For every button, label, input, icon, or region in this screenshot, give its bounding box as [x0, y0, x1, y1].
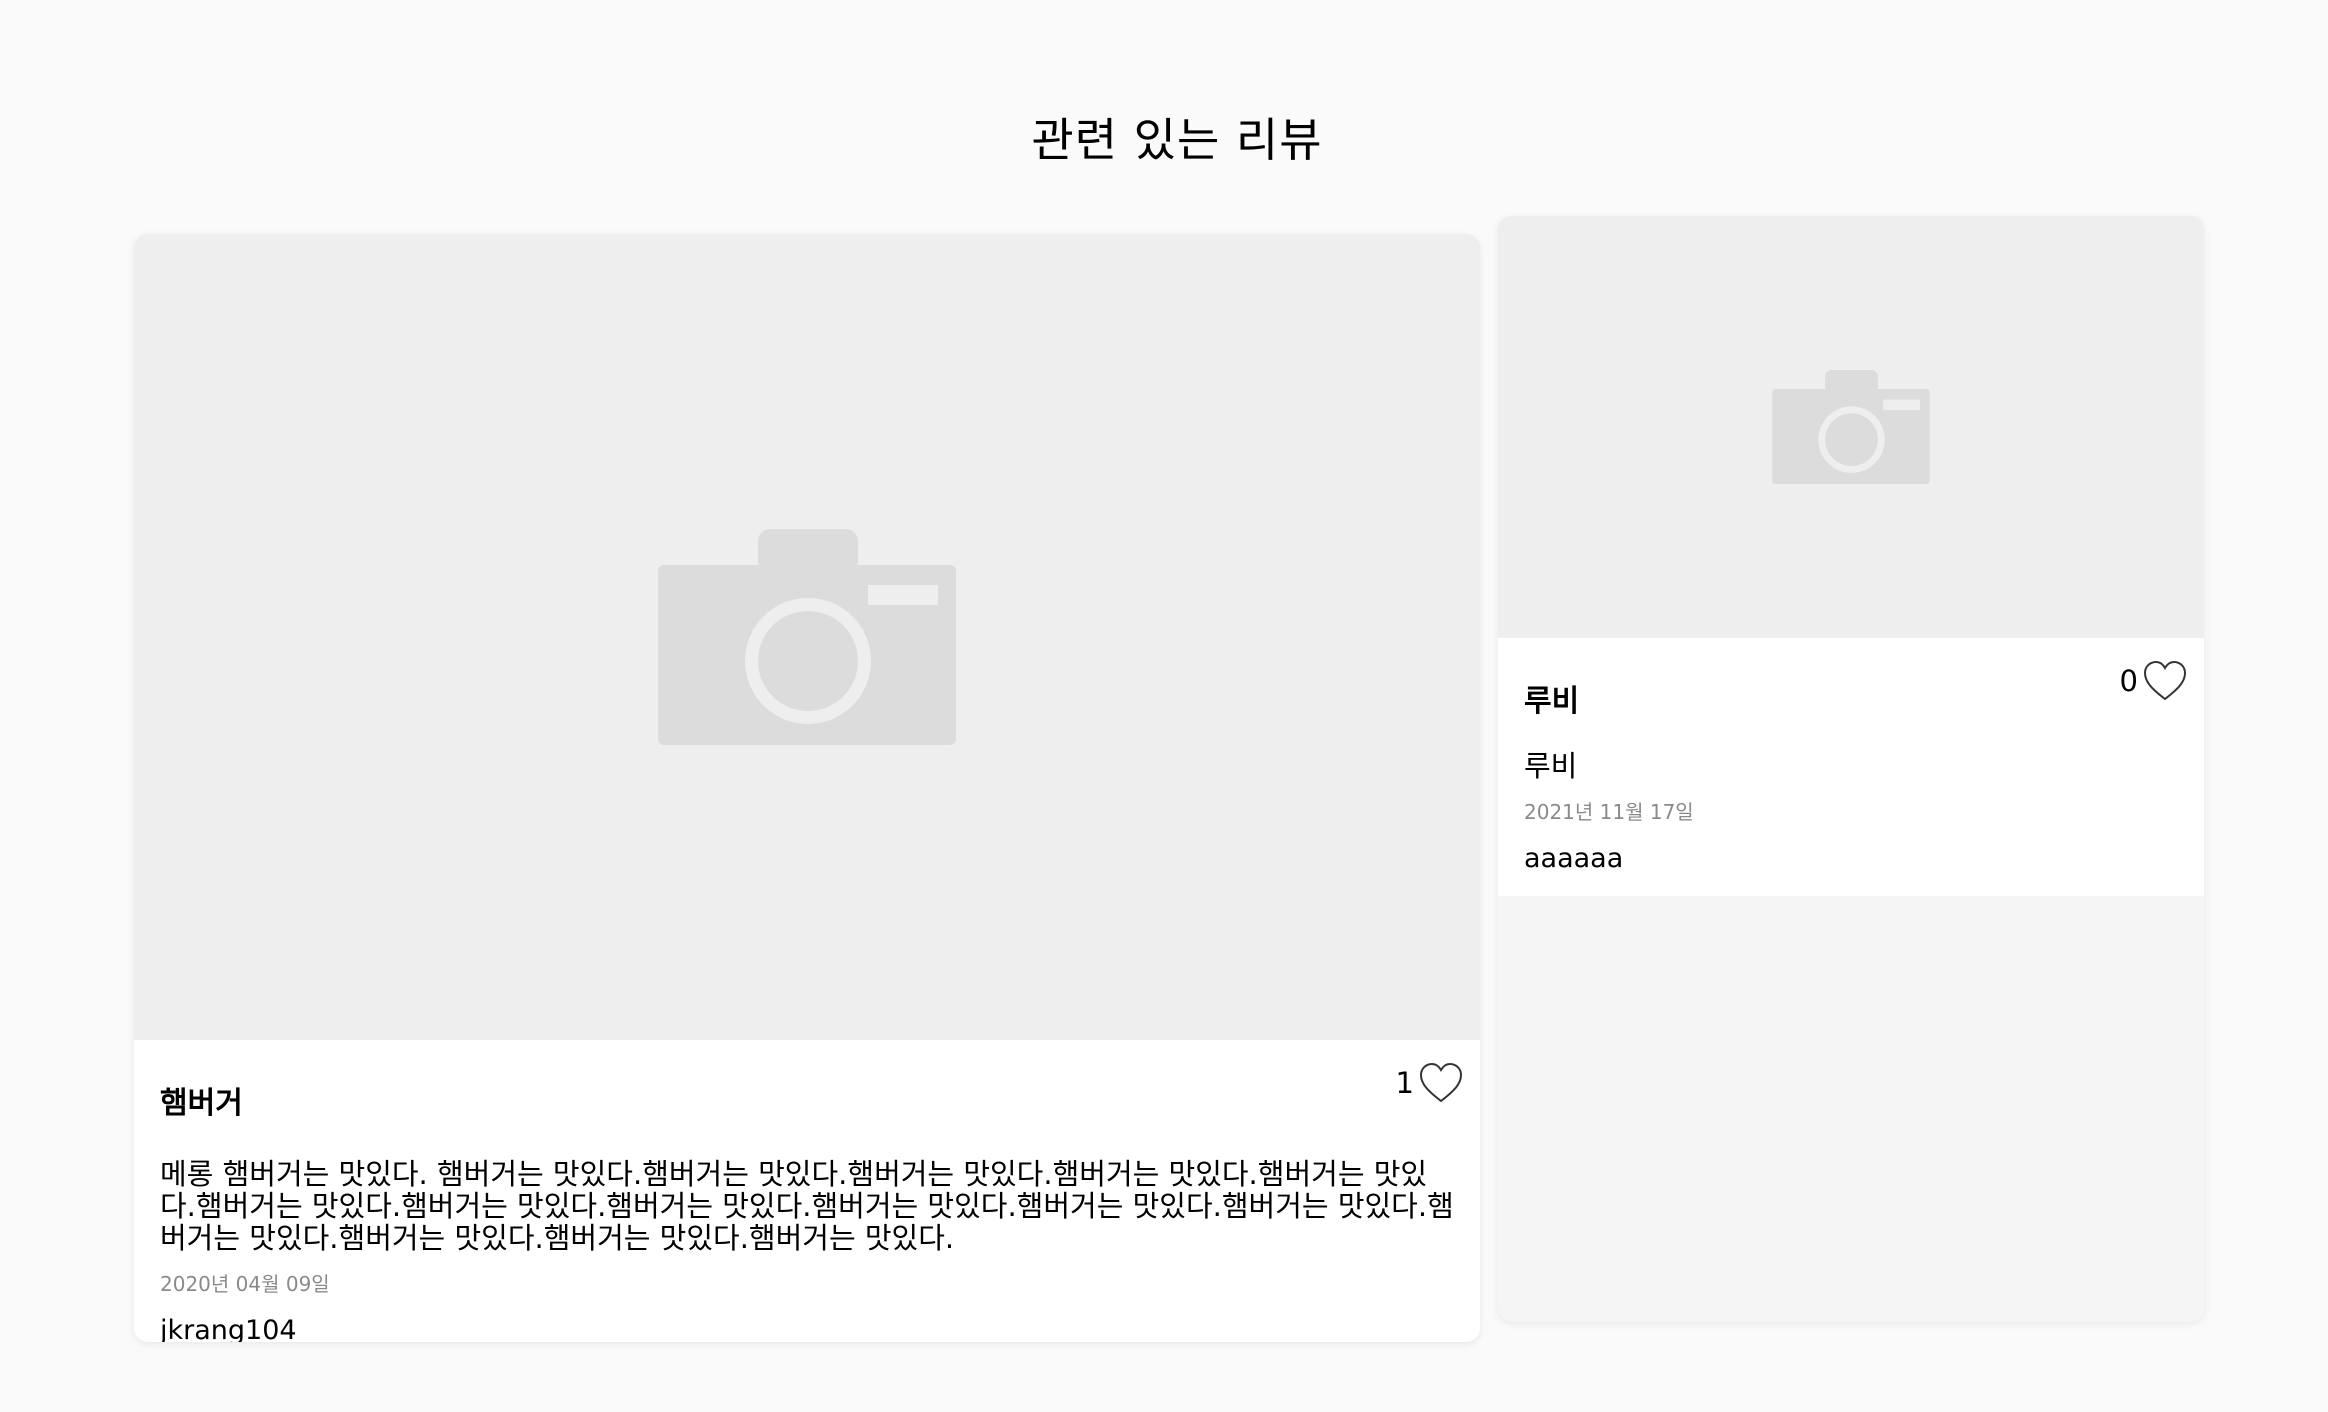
review-author[interactable]: jkrang104 [160, 1315, 1454, 1342]
like-button[interactable]: 0 [2120, 658, 2188, 704]
heart-outline-icon[interactable] [2142, 658, 2188, 704]
review-image[interactable] [134, 234, 1480, 1040]
review-card[interactable]: 햄버거 1 메롱 햄버거는 맛있다. 햄버거는 맛있다.햄버거는 맛있다.햄버거… [134, 234, 1480, 1342]
review-card[interactable]: 루비 0 루비 2021년 11월 17일 aaaaaa [1498, 216, 2204, 1322]
page: 관련 있는 리뷰 햄버거 1 메롱 햄버거는 맛있다. 햄버거는 맛있다.햄버거… [0, 0, 2328, 1412]
camera-placeholder-icon [1772, 370, 1930, 484]
review-info: 루비 0 루비 2021년 11월 17일 aaaaaa [1498, 638, 2204, 896]
review-image[interactable] [1498, 216, 2204, 638]
review-date: 2021년 11월 17일 [1524, 800, 1694, 824]
like-count: 0 [2119, 664, 2138, 698]
camera-placeholder-icon [658, 529, 956, 745]
like-button[interactable]: 1 [1396, 1060, 1464, 1106]
review-text: 메롱 햄버거는 맛있다. 햄버거는 맛있다.햄버거는 맛있다.햄버거는 맛있다.… [160, 1157, 1454, 1255]
heart-outline-icon[interactable] [1418, 1060, 1464, 1106]
review-author[interactable]: aaaaaa [1524, 843, 2178, 874]
review-date: 2020년 04월 09일 [160, 1272, 330, 1296]
review-title[interactable]: 햄버거 [160, 1078, 243, 1122]
review-info: 햄버거 1 메롱 햄버거는 맛있다. 햄버거는 맛있다.햄버거는 맛있다.햄버거… [134, 1040, 1480, 1342]
review-title[interactable]: 루비 [1524, 676, 1579, 720]
review-text: 루비 [1524, 749, 1578, 783]
like-count: 1 [1395, 1066, 1414, 1100]
section-title: 관련 있는 리뷰 [1031, 113, 1323, 167]
